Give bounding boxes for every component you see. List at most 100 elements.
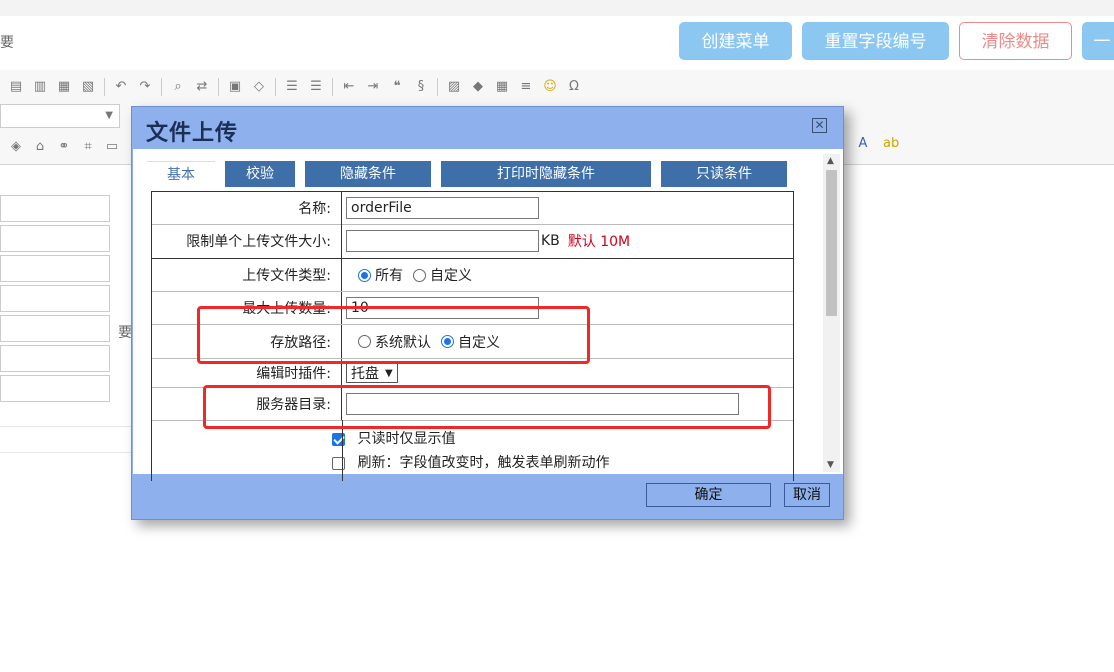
breadcrumb: 要 [0, 35, 14, 51]
find-icon[interactable]: ⌕ [170, 79, 186, 95]
bg-input[interactable] [0, 195, 110, 222]
bg-input[interactable] [0, 345, 110, 372]
bg-divider [0, 452, 135, 453]
form-icon[interactable]: ◈ [8, 139, 24, 155]
bg-input[interactable] [0, 285, 110, 312]
extra-button[interactable]: 一 [1082, 22, 1114, 60]
refresh-label: 刷新：字段值改变时，触发表单刷新动作 [357, 455, 610, 471]
scrollbar-thumb[interactable] [826, 170, 837, 316]
name-input[interactable] [346, 197, 539, 219]
bg-input[interactable] [0, 225, 110, 252]
file-type-all-label: 所有 [375, 268, 403, 284]
style-select[interactable]: ▼ [0, 104, 120, 128]
bg-divider [0, 426, 135, 427]
name-label: 名称: [152, 192, 342, 224]
clipboard-icon[interactable]: ▧ [80, 79, 96, 95]
scroll-down-icon[interactable]: ▼ [827, 460, 834, 470]
top-strip [0, 0, 1114, 16]
flash-icon[interactable]: ◆ [470, 79, 486, 95]
file-type-custom-radio[interactable] [413, 268, 426, 282]
file-type-label: 上传文件类型: [152, 259, 342, 291]
toolbar-separator [161, 78, 162, 96]
tab-basic[interactable]: 基本 [147, 161, 215, 188]
eraser-icon[interactable]: ◇ [251, 79, 267, 95]
paste-word-icon[interactable]: ▦ [56, 79, 72, 95]
paste-text-icon[interactable]: ▥ [32, 79, 48, 95]
close-icon[interactable]: ✕ [812, 118, 827, 133]
bg-text: 要 [118, 325, 132, 341]
clear-data-button[interactable]: 清除数据 [959, 22, 1072, 60]
row-file-type: 上传文件类型: 所有 自定义 [152, 259, 793, 292]
row-size-limit: 限制单个上传文件大小: KB 默认 10M [152, 224, 793, 259]
link-icon[interactable]: ⚭ [56, 139, 72, 155]
toolbar-separator [275, 78, 276, 96]
file-type-all-radio[interactable] [358, 268, 371, 282]
tab-validation[interactable]: 校验 [225, 161, 295, 187]
chevron-down-icon: ▼ [385, 367, 393, 379]
select-all-icon[interactable]: ▣ [227, 79, 243, 95]
bg-input[interactable] [0, 255, 110, 282]
undo-icon[interactable]: ↶ [113, 79, 129, 95]
toolbar-row-1: ▤ ▥ ▦ ▧ ↶ ↷ ⌕ ⇄ ▣ ◇ ☰ ☰ ⇤ ⇥ ❝ § ▨ ◆ ▦ ≡ … [0, 74, 582, 100]
outdent-icon[interactable]: ⇤ [341, 79, 357, 95]
scroll-up-icon[interactable]: ▲ [827, 156, 834, 166]
file-type-value-cell: 所有 自定义 [346, 259, 793, 291]
toolbar-separator [104, 78, 105, 96]
font-color-icon[interactable]: A [855, 136, 871, 152]
anchor-icon[interactable]: ⌗ [80, 139, 96, 155]
tab-readonly-conditions[interactable]: 只读条件 [661, 161, 787, 187]
dialog-body: 基本 校验 隐藏条件 打印时隐藏条件 只读条件 名称: 限制单个上传文件大小: … [133, 149, 843, 481]
toolbar-separator [218, 78, 219, 96]
refresh-checkbox[interactable] [332, 456, 345, 470]
indent-icon[interactable]: ⇥ [365, 79, 381, 95]
toolbar-separator [437, 78, 438, 96]
create-menu-button[interactable]: 创建菜单 [679, 22, 792, 60]
toolbar-color-tools: A ab [855, 136, 900, 152]
bg-input[interactable] [0, 315, 110, 342]
chevron-down-icon: ▼ [105, 110, 113, 121]
toolbar-row-3: ◈ ⌂ ⚭ ⌗ ▭ [0, 134, 120, 160]
file-upload-dialog: 文件上传 ✕ 基本 校验 隐藏条件 打印时隐藏条件 只读条件 名称: 限制单个上… [131, 106, 844, 520]
tab-print-hide-conditions[interactable]: 打印时隐藏条件 [441, 161, 651, 187]
tab-hide-conditions[interactable]: 隐藏条件 [305, 161, 431, 187]
edit-plugin-select[interactable]: 托盘 ▼ [346, 363, 398, 383]
paste-icon[interactable]: ▤ [8, 79, 24, 95]
bank-icon[interactable]: ⌂ [32, 139, 48, 155]
replace-icon[interactable]: ⇄ [194, 79, 210, 95]
dialog-title: 文件上传 [146, 121, 239, 146]
readonly-option: 只读时仅显示值 [332, 428, 455, 448]
numbered-list-icon[interactable]: ☰ [284, 79, 300, 95]
size-limit-value-cell: KB 默认 10M [346, 224, 793, 258]
size-limit-label: 限制单个上传文件大小: [152, 224, 342, 258]
file-type-custom-label: 自定义 [430, 268, 472, 284]
readonly-label: 只读时仅显示值 [357, 431, 456, 447]
bg-input[interactable] [0, 375, 110, 402]
dialog-footer: 确定 取消 [132, 473, 843, 519]
ok-button[interactable]: 确定 [646, 483, 771, 507]
readonly-checkbox[interactable] [332, 432, 345, 446]
textbox-icon[interactable]: ▭ [104, 139, 120, 155]
bulleted-list-icon[interactable]: ☰ [308, 79, 324, 95]
column-divider [342, 420, 343, 481]
size-limit-input[interactable] [346, 230, 539, 252]
highlight-storage-path [197, 306, 590, 364]
highlight-server-directory [203, 385, 771, 429]
horizontal-rule-icon[interactable]: ≡ [518, 79, 534, 95]
special-char-icon[interactable]: Ω [566, 79, 582, 95]
table-icon[interactable]: ▦ [494, 79, 510, 95]
image-icon[interactable]: ▨ [446, 79, 462, 95]
toolbar-separator [332, 78, 333, 96]
redo-icon[interactable]: ↷ [137, 79, 153, 95]
refresh-option: 刷新：字段值改变时，触发表单刷新动作 [332, 452, 609, 472]
edit-plugin-selected: 托盘 [351, 366, 379, 382]
div-icon[interactable]: § [413, 79, 429, 95]
reset-field-numbers-button[interactable]: 重置字段编号 [802, 22, 949, 60]
size-unit: KB [541, 233, 560, 249]
highlight-color-icon[interactable]: ab [883, 136, 899, 152]
row-name: 名称: [152, 192, 793, 225]
blockquote-icon[interactable]: ❝ [389, 79, 405, 95]
form-background: 要 [0, 164, 135, 454]
cancel-button[interactable]: 取消 [784, 483, 830, 507]
smiley-icon[interactable]: ☺ [542, 79, 558, 95]
scrollbar[interactable]: ▲ ▼ [823, 154, 840, 472]
